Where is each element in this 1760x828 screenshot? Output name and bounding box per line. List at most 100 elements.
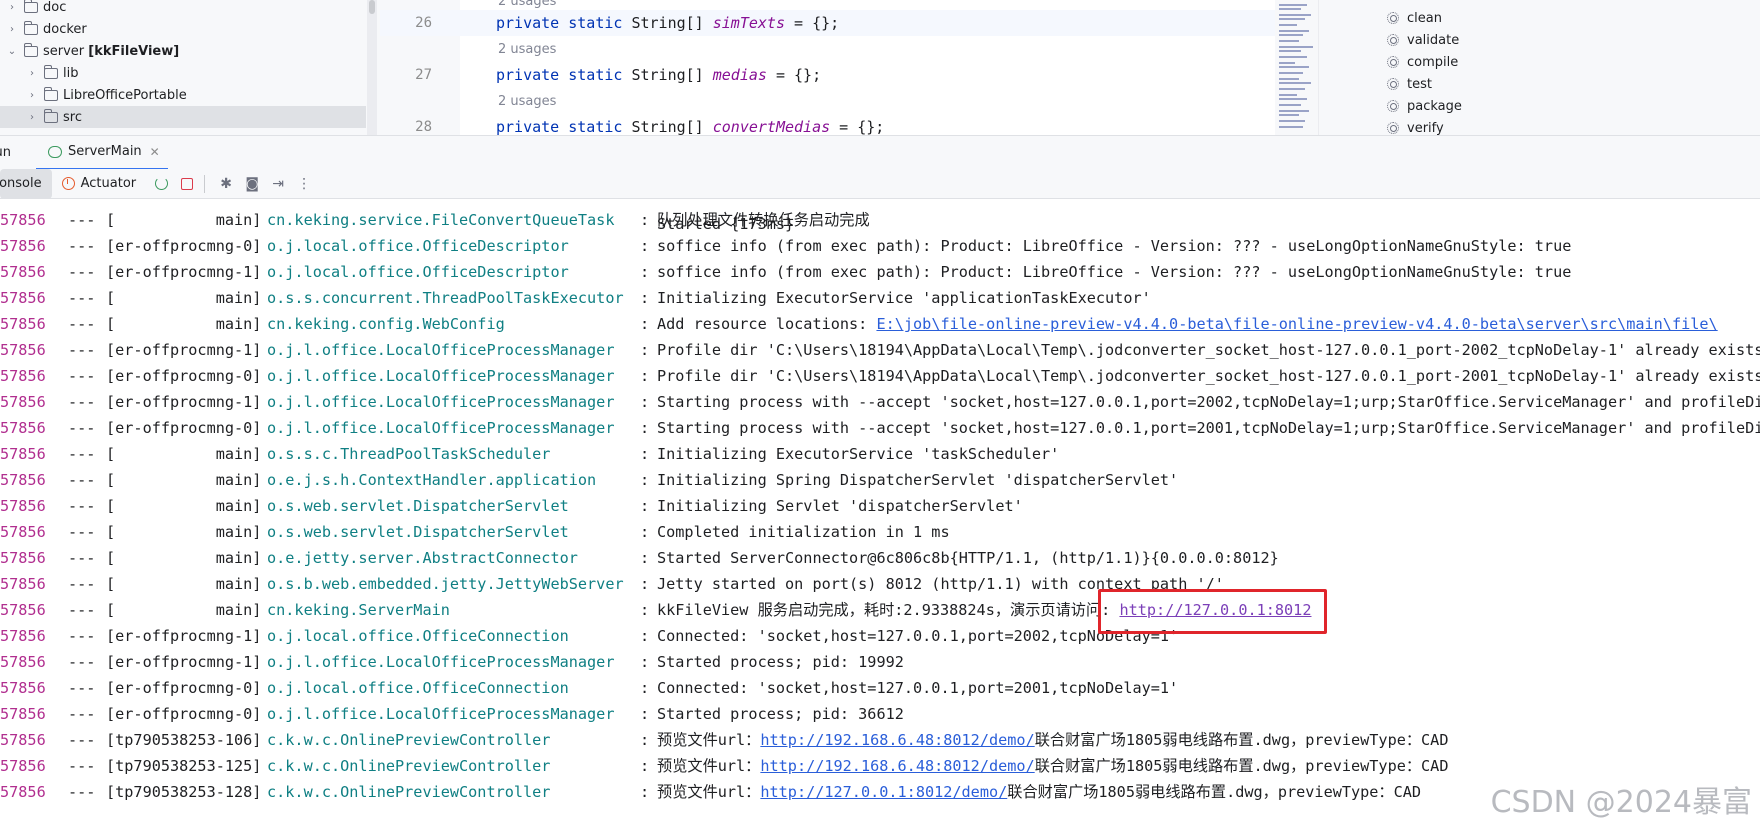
minimap-line [1279,72,1303,74]
log-thread: [ main] [106,497,262,515]
log-thread: [ main] [106,445,262,463]
gear-icon [1387,100,1399,112]
maven-goal-validate[interactable]: validate [1387,29,1459,51]
maven-goal-verify[interactable]: verify [1387,117,1444,135]
stop-button[interactable] [176,173,198,195]
log-logger: o.s.s.concurrent.ThreadPoolTaskExecutor [267,289,624,307]
tree-item-doc[interactable]: › doc [0,0,366,18]
log-message: 预览文件url：http://192.168.6.48:8012/demo/联合… [657,757,1449,775]
rerun-icon [154,177,168,190]
log-pid: 57856 [0,549,46,567]
log-logger: o.j.local.office.OfficeDescriptor [267,263,569,281]
line-number: 28 [415,119,432,135]
log-logger: o.j.l.office.LocalOfficeProcessManager [267,341,615,359]
tab-console[interactable]: Console [0,168,52,199]
log-colon: : [640,315,650,333]
code-line[interactable]: 27 private static String[] medias = {}; [380,62,1275,88]
log-separator: --- [68,705,96,723]
code-line[interactable]: 26 private static String[] simTexts = {}… [380,10,1275,36]
minimap-line [1279,46,1313,48]
project-tree: › doc › docker ⌄ server [kkFileView] › l… [0,0,380,135]
close-icon[interactable]: ✕ [150,145,160,159]
maven-goal-compile[interactable]: compile [1387,51,1458,73]
log-separator: --- [68,289,96,307]
log-colon: : [640,705,650,723]
log-pid: 57856 [0,471,46,489]
editor-minimap[interactable] [1275,0,1315,135]
maven-goal-clean[interactable]: clean [1387,7,1442,29]
maven-goal-test[interactable]: test [1387,73,1432,95]
log-message: Started process; pid: 19992 [657,653,904,671]
maven-goal-package[interactable]: package [1387,95,1462,117]
code-text: private static String[] simTexts = {}; [496,14,840,32]
tree-item-label: server [kkFileView] [43,43,180,59]
log-separator: --- [68,523,96,541]
log-thread: [ main] [106,549,262,567]
folder-icon [44,86,58,101]
tree-item-libreofficeportable[interactable]: › LibreOfficePortable [0,84,366,106]
console-output[interactable]: Started {173ms} 57856 ---[ main] cn.keking… [0,199,1760,828]
log-logger: o.j.l.office.LocalOfficeProcessManager [267,705,615,723]
log-message: Add resource locations: E:\job\file-onli… [657,315,1718,333]
usages-hint[interactable]: 2 usages [498,42,556,57]
tree-item-server[interactable]: ⌄ server [kkFileView] [0,40,366,62]
usages-hint[interactable]: 2 usages [498,94,556,109]
log-colon: : [640,289,650,307]
gear-icon [1387,122,1399,134]
log-thread: [er-offprocmng-1] [106,341,262,359]
log-message: Started ServerConnector@6c806c8b{HTTP/1.… [657,549,1279,567]
log-separator: --- [68,471,96,489]
gear-icon [1387,56,1399,68]
code-line[interactable]: 28 private static String[] convertMedias… [380,114,1275,135]
log-logger: o.e.jetty.server.AbstractConnector [267,549,578,567]
log-separator: --- [68,575,96,593]
log-separator: --- [68,601,96,619]
log-colon: : [640,237,650,255]
log-link[interactable]: http://127.0.0.1:8012/demo/ [760,783,1007,801]
log-pid: 57856 [0,419,46,437]
log-thread: [er-offprocmng-0] [106,367,262,385]
tree-item-src[interactable]: › src [0,106,366,128]
rerun-button[interactable] [150,173,172,195]
log-line: 57856 --- [er-offprocmng-0] o.j.l.office.Lo… [0,415,1760,441]
tree-item-docker[interactable]: › docker [0,18,366,40]
chevron-right-icon[interactable]: › [26,112,38,123]
log-logger: o.j.l.office.LocalOfficeProcessManager [267,419,615,437]
maven-goal-label: verify [1407,120,1444,136]
log-link[interactable]: http://192.168.6.48:8012/demo/ [760,731,1034,749]
code-editor[interactable]: 2 usages 26 private static String[] simT… [380,0,1275,135]
line-number: 27 [415,67,432,83]
chevron-right-icon[interactable]: › [26,90,38,101]
log-pid: 57856 [0,341,46,359]
run-tool-window-header: Run ServerMain ✕ [0,135,1760,170]
log-colon: : [640,367,650,385]
tab-actuator[interactable]: Actuator [52,169,147,199]
log-pid: 57856 [0,211,46,229]
chevron-right-icon[interactable]: › [6,24,18,35]
log-logger: o.s.web.servlet.DispatcherServlet [267,523,569,541]
bug-icon: ✱ [220,175,232,192]
log-message: Initializing Servlet 'dispatcherServlet' [657,497,1023,515]
run-tool-label[interactable]: Run [0,145,24,160]
log-link[interactable]: E:\job\file-online-preview-v4.4.0-beta\f… [876,315,1717,333]
tree-item-lib[interactable]: › lib [0,62,366,84]
chevron-right-icon[interactable]: › [6,2,18,13]
screenshot-button[interactable]: ◙ [241,173,263,195]
log-thread: [er-offprocmng-1] [106,393,262,411]
log-line: 57856 --- [tp790538253-125] c.k.w.c.OnlineP… [0,753,1760,779]
export-button[interactable]: ⇥ [267,173,289,195]
chevron-right-icon[interactable]: › [26,68,38,79]
tree-scrollbar[interactable] [367,0,377,135]
tab-servermain[interactable]: ServerMain ✕ [36,136,168,170]
usages-hint[interactable]: 2 usages [498,0,556,9]
scrollbar-thumb[interactable] [369,0,375,14]
log-thread: [er-offprocmng-1] [106,627,262,645]
log-separator: --- [68,419,96,437]
log-thread: [ main] [106,211,262,229]
debug-button[interactable]: ✱ [215,173,237,195]
more-button[interactable]: ⋮ [293,173,315,195]
log-link[interactable]: http://192.168.6.48:8012/demo/ [760,757,1034,775]
chevron-down-icon[interactable]: ⌄ [6,46,18,57]
gear-icon [1387,12,1399,24]
minimap-line [1279,88,1305,90]
